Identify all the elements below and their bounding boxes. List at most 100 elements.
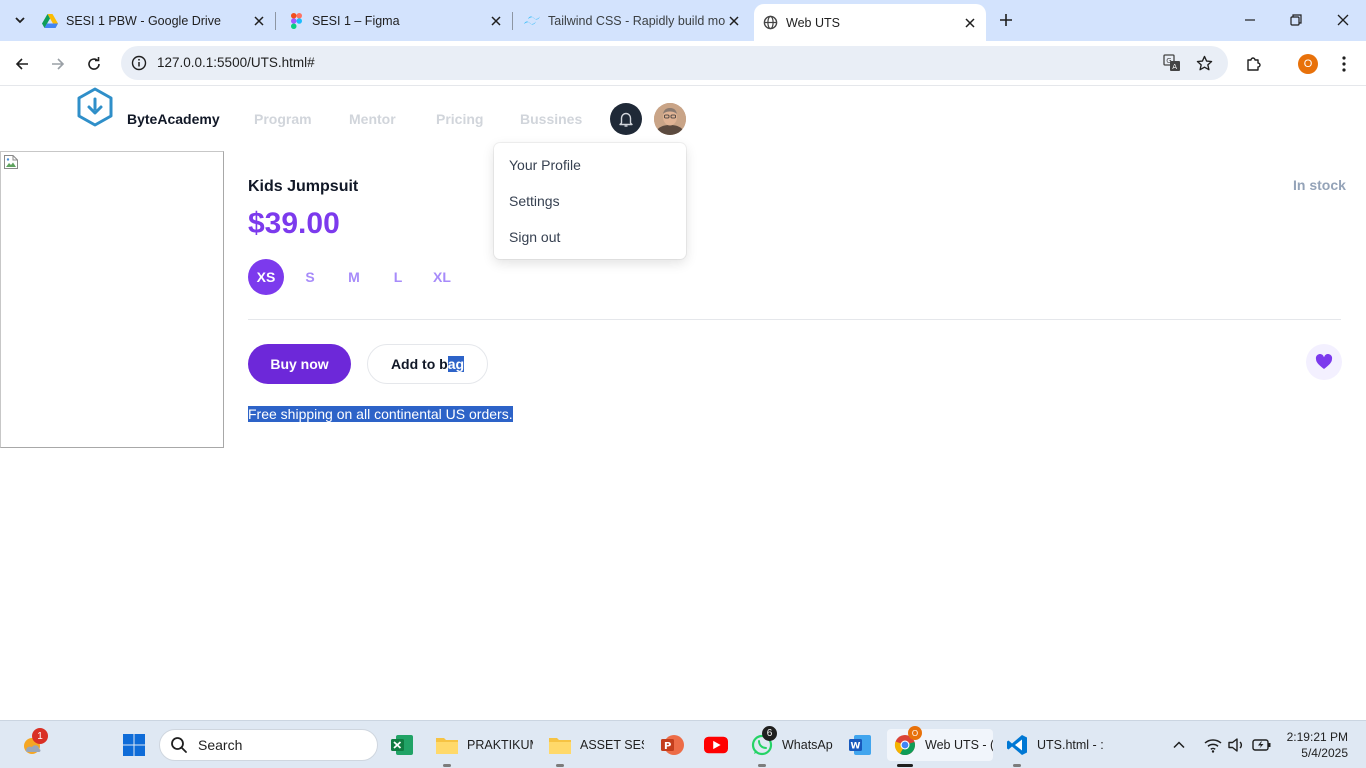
close-icon[interactable] [962,15,978,31]
svg-text:W: W [851,742,861,752]
nav-link-mentor[interactable]: Mentor [349,111,396,127]
byteacademy-logo[interactable] [76,87,114,127]
weather-widget[interactable]: 1 [20,728,48,761]
active-indicator [897,764,913,767]
tab-search-button[interactable] [6,7,34,33]
close-icon[interactable] [251,13,267,29]
taskbar-app-vscode[interactable]: UTS.html - : [1005,729,1103,767]
browser-tab-active[interactable]: Web UTS [754,4,986,41]
size-option-xs[interactable]: XS [248,259,284,295]
taskbar-app-chrome[interactable]: O Web UTS - ( [887,726,993,767]
nav-link-bussines[interactable]: Bussines [520,111,582,127]
menu-item-sign-out[interactable]: Sign out [494,219,686,255]
windows-taskbar: 1 Search PRAKTIKUM ASSET SESI P [0,720,1366,768]
minimize-button[interactable] [1236,8,1264,32]
browser-tab[interactable]: Tailwind CSS - Rapidly build mo [524,6,742,35]
size-option-m[interactable]: M [336,259,372,295]
profile-dropdown-menu: Your Profile Settings Sign out [494,143,686,259]
profile-button[interactable]: O [1294,50,1322,78]
browser-menu-button[interactable] [1330,50,1358,78]
menu-item-settings[interactable]: Settings [494,183,686,219]
taskbar-app-word[interactable]: W [848,729,872,761]
start-button[interactable] [122,729,146,761]
powerpoint-icon: P [660,733,684,757]
word-icon: W [848,733,872,757]
user-avatar[interactable] [654,103,686,135]
taskbar-label: Web UTS - ( [925,738,993,752]
running-indicator [443,764,451,767]
running-indicator [758,764,766,767]
tab-separator [275,12,276,30]
network-button[interactable] [1204,729,1222,761]
taskbar-label: ASSET SESI [580,738,644,752]
add-to-bag-button[interactable]: Add to b ag [367,344,488,384]
taskbar-search[interactable]: Search [159,729,378,761]
close-icon[interactable] [726,13,742,29]
add-to-bag-label: Add to b [390,356,448,372]
product-image [0,151,224,448]
taskbar-app-folder-asset[interactable]: ASSET SESI [548,729,644,767]
browser-tab[interactable]: SESI 1 – Figma [288,6,504,35]
size-option-l[interactable]: L [380,259,416,295]
plus-icon [1000,14,1012,26]
arrow-left-icon [15,58,28,70]
taskbar-app-whatsapp[interactable]: 6 WhatsAp [750,726,834,767]
taskbar-app-youtube[interactable] [704,729,728,761]
size-option-s[interactable]: S [292,259,328,295]
extensions-button[interactable] [1240,50,1268,78]
taskbar-app-excel[interactable] [390,729,414,761]
show-hidden-icons-button[interactable] [1172,729,1186,761]
taskbar-app-powerpoint[interactable]: P [660,729,684,761]
system-clock[interactable]: 2:19:21 PM 5/4/2025 [1282,729,1348,761]
shipping-note-text: Free shipping on all continental US orde… [248,406,513,422]
user-photo-icon [654,103,686,135]
svg-text:P: P [664,741,671,752]
address-bar[interactable]: 127.0.0.1:5500/UTS.html# GA [121,46,1228,80]
wifi-icon [1204,739,1222,753]
url-text: 127.0.0.1:5500/UTS.html# [157,55,315,70]
taskbar-app-folder-praktikum[interactable]: PRAKTIKUM [435,729,533,767]
product-price: $39.00 [248,207,340,240]
buy-now-button[interactable]: Buy now [248,344,351,384]
restore-button[interactable] [1282,8,1310,32]
close-icon[interactable] [488,13,504,29]
forward-button[interactable] [44,50,72,78]
tailwind-icon [524,13,540,29]
close-window-button[interactable] [1329,8,1357,32]
add-to-bag-label-selected: ag [447,356,465,372]
tab-title: Web UTS [786,15,840,30]
size-selector: XS S M L XL [248,259,468,295]
browser-tab[interactable]: SESI 1 PBW - Google Drive [42,6,267,35]
folder-icon [548,733,572,757]
translate-icon[interactable]: GA [1160,51,1184,75]
running-indicator [1013,764,1021,767]
puzzle-icon [1247,57,1261,71]
site-navbar: ByteAcademy Program Mentor Pricing Bussi… [0,87,1366,149]
reload-button[interactable] [80,50,108,78]
svg-text:G: G [1166,57,1171,65]
nav-link-pricing[interactable]: Pricing [436,111,483,127]
bell-icon [619,112,633,127]
menu-item-your-profile[interactable]: Your Profile [494,147,686,183]
figma-icon [288,12,304,29]
whatsapp-badge: 6 [762,726,777,741]
back-button[interactable] [8,50,36,78]
favorite-button[interactable] [1306,344,1342,380]
chrome-profile-badge: O [908,726,922,740]
new-tab-button[interactable] [994,8,1018,32]
tab-title: SESI 1 PBW - Google Drive [66,13,221,28]
svg-text:A: A [1172,63,1177,71]
excel-icon [390,733,414,757]
browser-tab-bar: SESI 1 PBW - Google Drive SESI 1 – Figma… [0,0,1366,41]
brand-name[interactable]: ByteAcademy [127,111,220,127]
notifications-button[interactable] [610,103,642,135]
taskbar-label: UTS.html - : [1037,738,1103,752]
size-option-xl[interactable]: XL [424,259,460,295]
volume-button[interactable] [1228,729,1246,761]
battery-button[interactable] [1252,729,1272,761]
speaker-icon [1228,738,1242,752]
site-info-icon[interactable] [127,51,151,75]
nav-link-program[interactable]: Program [254,111,312,127]
broken-image-icon [4,155,18,169]
star-icon[interactable] [1192,51,1216,75]
